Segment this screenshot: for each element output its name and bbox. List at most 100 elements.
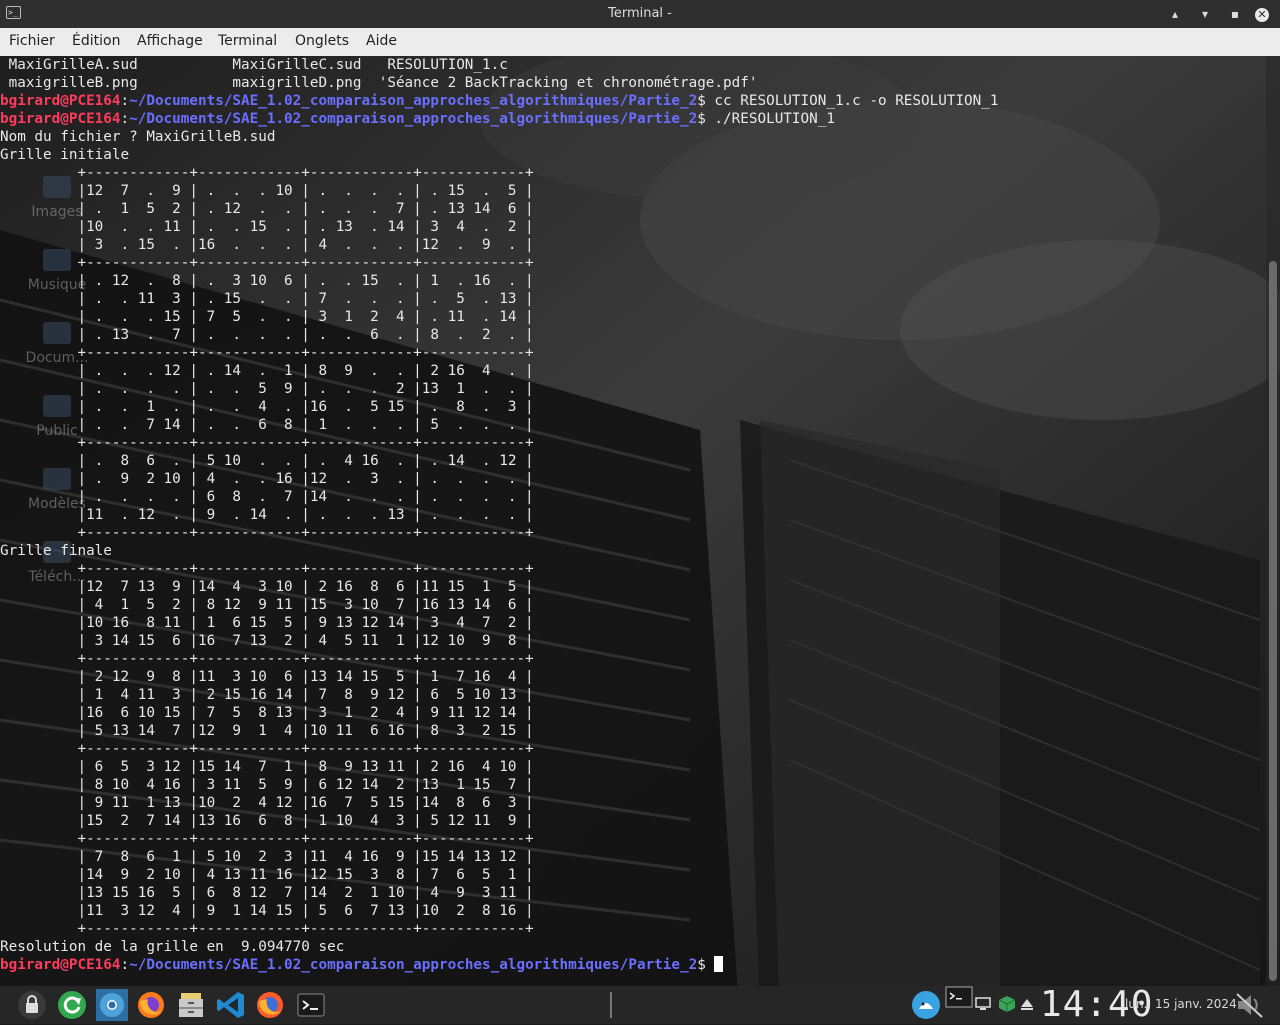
grid-line: +------------+------------+------------+… xyxy=(0,345,534,361)
grid-line: | . 13 . 7 | . . . . | . . 6 . | 8 . 2 .… xyxy=(0,327,534,343)
grid-line: | . . . 15 | 7 5 . . | 3 1 2 4 | . 11 . … xyxy=(0,309,534,325)
firefox-icon[interactable] xyxy=(135,989,167,1021)
command-text: cc RESOLUTION_1.c -o RESOLUTION_1 xyxy=(705,93,999,109)
menu-aide[interactable]: Aide xyxy=(366,33,397,49)
maximize-button[interactable]: ▪ xyxy=(1225,4,1245,24)
grid-line: |12 7 . 9 | . . . 10 | . . . . | . 15 . … xyxy=(0,183,534,199)
grid-line: | 3 14 15 6 |16 7 13 2 | 4 5 11 1 |12 10… xyxy=(0,633,534,649)
scrollbar-thumb[interactable] xyxy=(1269,261,1277,981)
grid-line: |14 9 2 10 | 4 13 11 16 |12 15 3 8 | 7 6… xyxy=(0,867,534,883)
command-line-run: bgirard@PCE164:~/Documents/SAE_1.02_comp… xyxy=(0,110,1266,128)
prompt-symbol: $ xyxy=(697,111,706,127)
grid-line: +------------+------------+------------+… xyxy=(0,525,534,541)
command-text: ./RESOLUTION_1 xyxy=(705,111,835,127)
prompt-user: bgirard@PCE164 xyxy=(0,93,121,109)
grid-line: | 2 12 9 8 |11 3 10 6 |13 14 15 5 | 1 7 … xyxy=(0,669,534,685)
result-line: Resolution de la grille en 9.094770 sec xyxy=(0,939,345,955)
final-grid-label: Grille finale xyxy=(0,543,112,559)
grid-line: +------------+------------+------------+… xyxy=(0,165,534,181)
command-line-compile: bgirard@PCE164:~/Documents/SAE_1.02_comp… xyxy=(0,92,1266,110)
prompt-symbol: $ xyxy=(697,93,706,109)
initial-grid-label: Grille initiale xyxy=(0,147,130,163)
grid-line: | 1 4 11 3 | 2 15 16 14 | 7 8 9 12 | 6 5… xyxy=(0,687,534,703)
text-cursor xyxy=(714,956,724,972)
grid-line: | . 8 6 . | 5 10 . . | . 4 16 . | . 14 .… xyxy=(0,453,534,469)
grid-line: | . 1 5 2 | . 12 . . | . . . 7 | . 13 14… xyxy=(0,201,534,217)
grid-line: | . . 11 3 | . 15 . . | 7 . . . | . 5 . … xyxy=(0,291,534,307)
prompt-path: ~/Documents/SAE_1.02_comparaison_approch… xyxy=(129,93,698,109)
grid-line: +------------+------------+------------+… xyxy=(0,255,534,271)
date[interactable]: lun., 15 janv. 2024 xyxy=(1125,997,1237,1011)
grid-line: +------------+------------+------------+… xyxy=(0,651,534,667)
menu-affichage[interactable]: Affichage xyxy=(137,33,203,49)
prompt-sep: : xyxy=(120,111,130,127)
display-icon[interactable] xyxy=(975,996,991,1012)
initial-grid: +------------+------------+------------+… xyxy=(0,164,1266,542)
vscode-icon[interactable] xyxy=(215,989,247,1021)
grid-line: | . . . . | 6 8 . 7 |14 . . . | . . . . … xyxy=(0,489,534,505)
chromium-icon[interactable] xyxy=(96,989,128,1021)
menu-fichier[interactable]: Fichier xyxy=(9,33,55,49)
grid-line: | 8 10 4 16 | 3 11 5 9 | 6 12 14 2 |13 1… xyxy=(0,777,534,793)
menu-bar: Fichier Édition Affichage Terminal Ongle… xyxy=(0,28,1280,56)
tray-up-arrow-icon[interactable] xyxy=(1020,997,1034,1011)
grid-line: | 7 8 6 1 | 5 10 2 3 |11 4 16 9 |15 14 1… xyxy=(0,849,534,865)
grid-line: +------------+------------+------------+… xyxy=(0,561,534,577)
prompt-sep: : xyxy=(120,93,130,109)
prompt-user: bgirard@PCE164 xyxy=(0,111,121,127)
window-titlebar[interactable]: >_ Terminal - ▴ ▾ ▪ ✕ xyxy=(0,0,1280,28)
grid-line: | . . 7 14 | . . 6 8 | 1 . . . | 5 . . .… xyxy=(0,417,534,433)
menu-onglets[interactable]: Onglets xyxy=(295,33,349,49)
close-button[interactable]: ✕ xyxy=(1252,4,1272,24)
grid-line: | 6 5 3 12 |15 14 7 1 | 8 9 13 11 | 2 16… xyxy=(0,759,534,775)
grid-line: |12 7 13 9 |14 4 3 10 | 2 16 8 6 |11 15 … xyxy=(0,579,534,595)
window-list-terminal-icon[interactable] xyxy=(945,986,973,1010)
prompt-symbol: $ xyxy=(697,957,706,973)
prompt-path: ~/Documents/SAE_1.02_comparaison_approch… xyxy=(129,111,698,127)
menu-terminal[interactable]: Terminal xyxy=(218,33,277,49)
grid-line: |16 6 10 15 | 7 5 8 13 | 3 1 2 4 | 9 11 … xyxy=(0,705,534,721)
final-grid: +------------+------------+------------+… xyxy=(0,560,1266,938)
grid-line: | . . 1 . | . . 4 . |16 . 5 15 | . 8 . 3… xyxy=(0,399,534,415)
lock-icon[interactable] xyxy=(16,989,48,1021)
grid-line: |10 . . 11 | . . 15 . | . 13 . 14 | 3 4 … xyxy=(0,219,534,235)
grid-line: +------------+------------+------------+… xyxy=(0,921,534,937)
file-manager-icon[interactable] xyxy=(175,989,207,1021)
grid-line: | . 12 . 8 | . 3 10 6 | . . 15 . | 1 . 1… xyxy=(0,273,534,289)
terminal-scrollbar[interactable] xyxy=(1266,56,1280,986)
refresh-icon[interactable] xyxy=(56,989,88,1021)
grid-line: |11 3 12 4 | 9 1 14 15 | 5 6 7 13 |10 2 … xyxy=(0,903,534,919)
window-title: Terminal - xyxy=(608,6,672,21)
grid-line: +------------+------------+------------+… xyxy=(0,831,534,847)
grid-line: | 4 1 5 2 | 8 12 9 11 |15 3 10 7 |16 13 … xyxy=(0,597,534,613)
grid-line: +------------+------------+------------+… xyxy=(0,741,534,757)
grid-line: |15 2 7 14 |13 16 6 8 | 1 10 4 3 | 5 12 … xyxy=(0,813,534,829)
grid-line: |13 15 16 5 | 6 8 12 7 |14 2 1 10 | 4 9 … xyxy=(0,885,534,901)
grid-line: | 5 13 14 7 |12 9 1 4 |10 11 6 16 | 8 3 … xyxy=(0,723,534,739)
terminal-icon[interactable] xyxy=(295,989,327,1021)
grid-line: | . . . . | . . 5 9 | . . . 2 |13 1 . . … xyxy=(0,381,534,397)
shade-button[interactable]: ▴ xyxy=(1165,4,1185,24)
grid-line: | 9 11 1 13 |10 2 4 12 |16 7 5 15 |14 8 … xyxy=(0,795,534,811)
minimize-button[interactable]: ▾ xyxy=(1195,4,1215,24)
volume-muted-icon[interactable] xyxy=(1234,989,1266,1021)
grid-line: | . 9 2 10 | 4 . . 16 |12 . 3 . | . . . … xyxy=(0,471,534,487)
terminal-output[interactable]: MaxiGrilleA.sud MaxiGrilleC.sud RESOLUTI… xyxy=(0,56,1266,986)
grid-line: |10 16 8 11 | 1 6 15 5 | 9 13 12 14 | 3 … xyxy=(0,615,534,631)
prompt-path: ~/Documents/SAE_1.02_comparaison_approch… xyxy=(129,957,698,973)
grid-line: | 3 . 15 . |16 . . . | 4 . . . |12 . 9 .… xyxy=(0,237,534,253)
notification-mascot-icon[interactable] xyxy=(910,989,942,1021)
package-icon[interactable] xyxy=(998,995,1016,1013)
taskbar: 14:40 lun., 15 janv. 2024 xyxy=(0,986,1280,1024)
ls-output-line-1: MaxiGrilleA.sud MaxiGrilleC.sud RESOLUTI… xyxy=(0,57,508,73)
grid-line: | . . . 12 | . 14 . 1 | 8 9 . . | 2 16 4… xyxy=(0,363,534,379)
prompt-sep: : xyxy=(120,957,130,973)
firefox-dev-icon[interactable] xyxy=(254,989,286,1021)
grid-line: +------------+------------+------------+… xyxy=(0,435,534,451)
prompt-user: bgirard@PCE164 xyxy=(0,957,121,973)
command-line-current: bgirard@PCE164:~/Documents/SAE_1.02_comp… xyxy=(0,956,1266,974)
close-icon: ✕ xyxy=(1255,8,1269,22)
menu-edition[interactable]: Édition xyxy=(72,33,120,49)
taskbar-separator xyxy=(610,992,612,1018)
grid-line: |11 . 12 . | 9 . 14 . | . . . 13 | . . .… xyxy=(0,507,534,523)
